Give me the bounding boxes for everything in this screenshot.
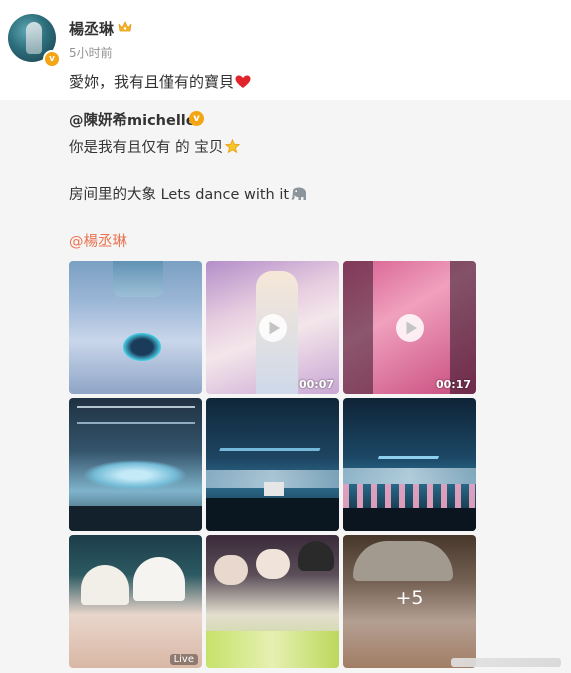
post-text-body: 愛妳，我有且僅有的寶貝 (69, 73, 235, 91)
media-thumb-8[interactable] (206, 535, 339, 668)
media-thumb-2[interactable]: 00:07 (206, 261, 339, 394)
post-header: v 楊丞琳 5小时前 愛妳，我有且僅有的寶貝 (0, 0, 571, 100)
media-thumb-9[interactable]: +5 (343, 535, 476, 668)
repost-line-2-text: 房间里的大象 Lets dance with it (69, 187, 290, 203)
media-thumb-5[interactable] (206, 398, 339, 531)
repost-line-2: 房间里的大象 Lets dance with it (69, 183, 308, 204)
author-name[interactable]: 楊丞琳 (69, 18, 114, 39)
repost-card: @陳妍希michelle v 你是我有且仅有 的 宝贝 房间里的大象 Lets … (0, 100, 571, 673)
elephant-icon (291, 187, 307, 200)
media-thumb-4[interactable] (69, 398, 202, 531)
media-thumb-1[interactable] (69, 261, 202, 394)
original-author[interactable]: @陳妍希michelle (69, 109, 196, 130)
mention-link[interactable]: @楊丞琳 (69, 230, 127, 251)
more-count[interactable]: +5 (343, 587, 476, 609)
weibo-post: v 楊丞琳 5小时前 愛妳，我有且僅有的寶貝 @陳妍希michelle v 你是… (0, 0, 571, 673)
repost-line-1: 你是我有且仅有 的 宝贝 (69, 136, 241, 157)
watermark (451, 658, 561, 667)
video-duration: 00:17 (435, 378, 471, 391)
media-thumb-6[interactable] (343, 398, 476, 531)
play-icon[interactable] (395, 313, 425, 343)
play-icon[interactable] (258, 313, 288, 343)
post-text: 愛妳，我有且僅有的寶貝 (69, 71, 251, 92)
verified-icon: v (43, 50, 61, 68)
live-badge: Live (169, 654, 198, 665)
media-thumb-7[interactable]: Live (69, 535, 202, 668)
crown-icon (118, 21, 132, 32)
star-icon (225, 139, 241, 154)
heart-icon (235, 75, 251, 88)
post-time[interactable]: 5小时前 (69, 44, 113, 61)
video-duration: 00:07 (298, 378, 334, 391)
repost-line-1-text: 你是我有且仅有 的 宝贝 (69, 140, 224, 156)
verified-icon: v (189, 111, 204, 126)
media-thumb-3[interactable]: 00:17 (343, 261, 476, 394)
